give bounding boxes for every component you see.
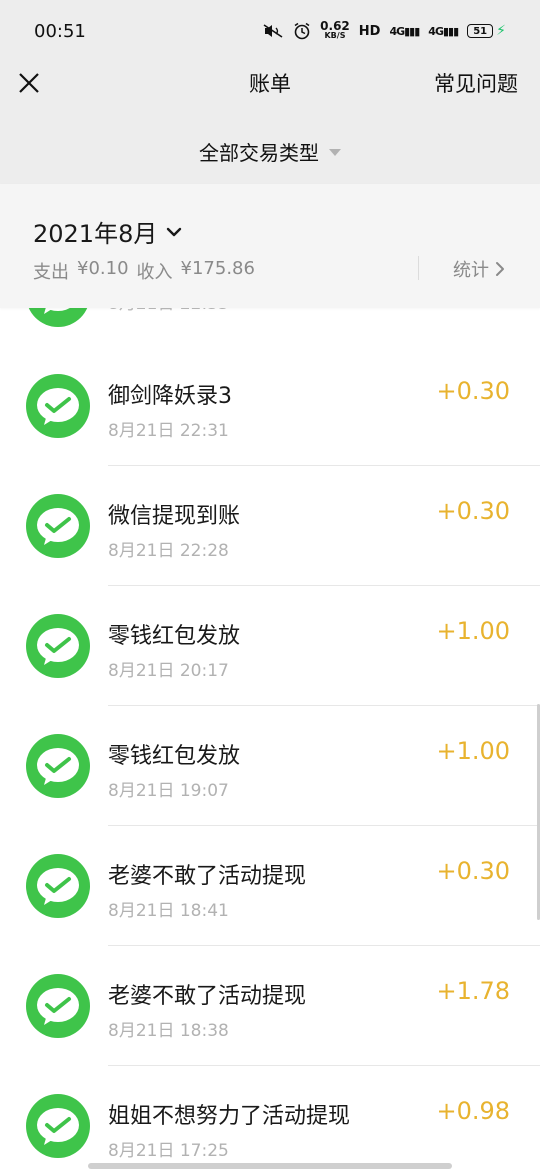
income-amount: ¥175.86: [180, 258, 255, 279]
transaction-name: 老婆不敢了活动提现: [108, 984, 307, 1009]
transaction-row[interactable]: 零钱红包发放 8月21日 20:17 +1.00: [0, 586, 540, 706]
net-speed: 0.62 KB/S: [320, 19, 350, 40]
hd-label: HD: [358, 23, 381, 39]
transaction-time: 8月21日 22:28: [108, 541, 229, 561]
signal-icon: 4G▮▮▮: [389, 24, 420, 38]
mute-icon: [263, 24, 283, 38]
transaction-name: 零钱红包发放: [108, 744, 241, 769]
charging-icon: ⚡: [496, 23, 506, 39]
transaction-amount: +1.00: [436, 737, 510, 765]
expense-amount: ¥0.10: [77, 258, 129, 279]
wechat-pay-icon: [26, 494, 90, 558]
battery-icon: 51: [467, 24, 494, 38]
wechat-pay-icon: [26, 1094, 90, 1158]
month-totals: 支出 ¥0.10 收入 ¥175.86: [33, 258, 255, 284]
filter-label: 全部交易类型: [199, 140, 319, 165]
wechat-pay-icon: [26, 614, 90, 678]
faq-link[interactable]: 常见问题: [434, 68, 518, 98]
transaction-row[interactable]: 零钱红包发放 8月21日 19:07 +1.00: [0, 706, 540, 826]
transaction-name: 姐姐不想努力了活动提现: [108, 1104, 351, 1129]
month-summary-header: 2021年8月 支出 ¥0.10 收入 ¥175.86 统计: [0, 184, 540, 308]
transaction-name: 老婆不敢了活动提现: [108, 864, 307, 889]
transaction-time: 8月21日 22:31: [108, 421, 229, 441]
status-icons: 0.62 KB/S HD 4G▮▮▮ 4G▮▮▮ 51 ⚡: [262, 19, 506, 41]
wechat-pay-icon: [26, 374, 90, 438]
income-label: 收入: [136, 262, 173, 283]
transaction-type-filter[interactable]: 全部交易类型: [0, 118, 540, 184]
expense-label: 支出: [33, 262, 69, 283]
signal-icon-2: 4G▮▮▮: [428, 24, 459, 38]
status-bar: 00:51 0.62 KB/S HD 4G▮▮▮ 4G▮▮▮ 51 ⚡: [0, 0, 540, 62]
transaction-row[interactable]: 老婆不敢了活动提现 8月21日 18:41 +0.30: [0, 826, 540, 946]
transaction-row[interactable]: 微信提现到账 8月21日 22:28 +0.30: [0, 466, 540, 586]
divider: [418, 256, 419, 280]
transaction-row[interactable]: 老婆不敢了活动提现 8月21日 18:38 +1.78: [0, 946, 540, 1066]
transaction-time: 8月21日 17:25: [108, 1141, 229, 1161]
transaction-amount: +0.30: [436, 377, 510, 405]
transaction-amount: +0.30: [436, 857, 510, 885]
month-picker[interactable]: 2021年8月: [33, 214, 183, 249]
home-indicator[interactable]: [88, 1163, 452, 1169]
nav-bar: 账单 常见问题: [0, 62, 540, 118]
transaction-row[interactable]: 御剑降妖录3 8月21日 22:31 +0.30: [0, 346, 540, 466]
transaction-list[interactable]: 8月21日 22:33 御剑降妖录38月21日 22:31+0.30微信提现到账…: [0, 184, 540, 1170]
chevron-right-icon: [496, 262, 504, 276]
status-time: 00:51: [34, 20, 86, 42]
transaction-name: 御剑降妖录3: [108, 384, 232, 409]
transaction-time: 8月21日 18:38: [108, 1021, 229, 1041]
wechat-pay-icon: [26, 974, 90, 1038]
stats-button[interactable]: 统计: [453, 256, 505, 282]
caret-down-icon: [329, 148, 341, 156]
transaction-amount: +1.78: [436, 977, 510, 1005]
transaction-name: 零钱红包发放: [108, 624, 241, 649]
transaction-amount: +0.30: [436, 497, 510, 525]
transaction-time: 8月21日 19:07: [108, 781, 229, 801]
month-label: 2021年8月: [33, 220, 158, 248]
transaction-time: 8月21日 20:17: [108, 661, 229, 681]
wechat-pay-icon: [26, 854, 90, 918]
wechat-pay-icon: [26, 734, 90, 798]
transaction-name: 微信提现到账: [108, 504, 241, 529]
transaction-amount: +1.00: [436, 617, 510, 645]
stats-label: 统计: [453, 260, 489, 281]
transaction-amount: +0.98: [436, 1097, 510, 1125]
chevron-down-icon: [167, 227, 182, 236]
transaction-time: 8月21日 18:41: [108, 901, 229, 921]
transaction-row[interactable]: 姐姐不想努力了活动提现 8月21日 17:25 +0.98: [0, 1066, 540, 1170]
alarm-icon: [294, 22, 310, 40]
